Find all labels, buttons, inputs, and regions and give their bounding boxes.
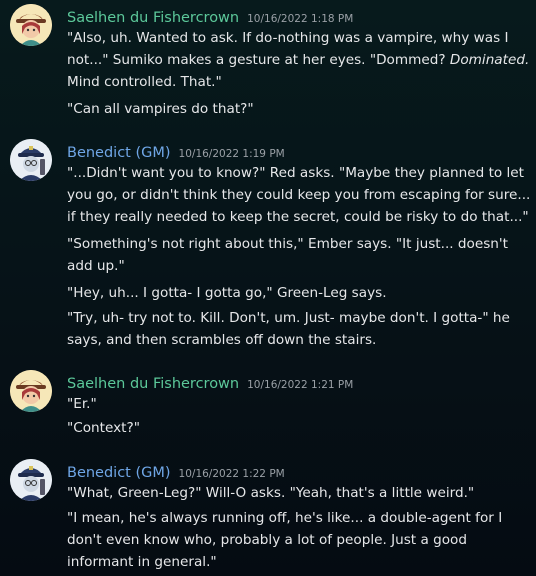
message-line: "What, Green-Leg?" Will-O asks. "Yeah, t… <box>67 485 475 501</box>
message-header: Saelhen du Fishercrown 10/16/2022 1:21 PM <box>67 373 353 392</box>
message-line: "Also, uh. Wanted to ask. If do-nothing … <box>67 30 509 46</box>
message-line: "Can all vampires do that?" <box>67 101 254 117</box>
benedict-avatar[interactable] <box>10 459 52 501</box>
message-line: informant in general." <box>67 554 217 570</box>
timestamp[interactable]: 10/16/2022 1:18 PM <box>247 13 353 25</box>
message-paragraph: "Hey, uh... I gotta- I gotta go," Green-… <box>67 282 529 304</box>
saelhen-avatar[interactable] <box>10 370 52 412</box>
message-paragraph: "Context?" <box>67 417 529 439</box>
message-line: "Something's not right about this," Embe… <box>67 236 508 252</box>
saelhen-avatar[interactable] <box>10 4 52 46</box>
message-line: Mind controlled. That." <box>67 74 222 90</box>
username[interactable]: Saelhen du Fishercrown <box>67 376 239 392</box>
message-line: "...Didn't want you to know?" Red asks. … <box>67 165 525 181</box>
message-header: Benedict (GM) 10/16/2022 1:19 PM <box>67 142 285 161</box>
message-line: "Try, uh- try not to. Kill. Don't, um. J… <box>67 310 510 326</box>
chat-log: Saelhen du Fishercrown 10/16/2022 1:18 PM… <box>0 0 536 576</box>
message-paragraph: "Er." <box>67 393 529 415</box>
message-text: not..." Sumiko makes a gesture at her ey… <box>67 52 446 68</box>
message-paragraph: "Can all vampires do that?" <box>67 98 529 120</box>
message-line: says, and then scrambles off down the st… <box>67 332 377 348</box>
message-line: "I mean, he's always running off, he's l… <box>67 510 503 526</box>
message-paragraph: "Try, uh- try not to. Kill. Don't, um. J… <box>67 307 529 351</box>
message-paragraph: "What, Green-Leg?" Will-O asks. "Yeah, t… <box>67 482 529 504</box>
username[interactable]: Saelhen du Fishercrown <box>67 10 239 26</box>
message-line: you go, or didn't think they could keep … <box>67 187 531 203</box>
message-line: "Hey, uh... I gotta- I gotta go," Green-… <box>67 285 387 301</box>
message-paragraph: "Something's not right about this," Embe… <box>67 233 529 277</box>
benedict-avatar[interactable] <box>10 139 52 181</box>
timestamp[interactable]: 10/16/2022 1:21 PM <box>247 379 353 391</box>
username[interactable]: Benedict (GM) <box>67 145 171 161</box>
message-paragraph: "I mean, he's always running off, he's l… <box>67 507 529 573</box>
timestamp[interactable]: 10/16/2022 1:22 PM <box>179 468 285 480</box>
message-line: if they really needed to keep the secret… <box>67 209 529 225</box>
message-header: Benedict (GM) 10/16/2022 1:22 PM <box>67 462 285 481</box>
message-paragraph: "Also, uh. Wanted to ask. If do-nothing … <box>67 27 529 93</box>
message-line: "Er." <box>67 396 97 412</box>
message-line: not..." Sumiko makes a gesture at her ey… <box>67 49 529 71</box>
message-header: Saelhen du Fishercrown 10/16/2022 1:18 PM <box>67 7 353 26</box>
italic-text: Dominated. <box>449 52 530 68</box>
message-line: "Context?" <box>67 420 140 436</box>
message-line: don't even know who, probably a lot of p… <box>67 532 467 548</box>
username[interactable]: Benedict (GM) <box>67 465 171 481</box>
timestamp[interactable]: 10/16/2022 1:19 PM <box>179 148 285 160</box>
message-line: add up." <box>67 258 125 274</box>
message-paragraph: "...Didn't want you to know?" Red asks. … <box>67 162 531 228</box>
